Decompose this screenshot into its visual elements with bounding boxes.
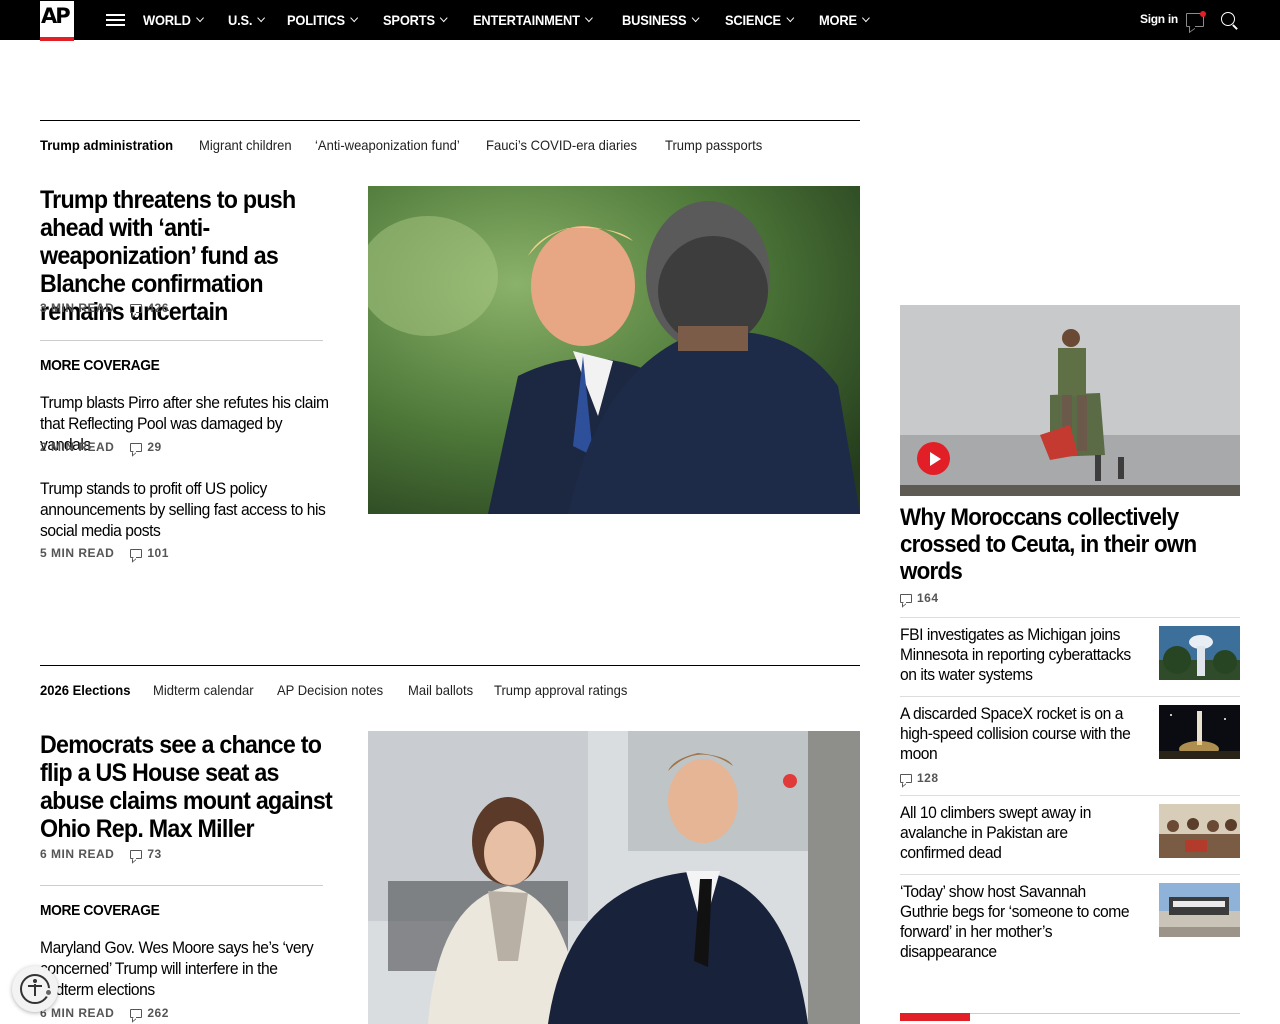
menu-icon[interactable] [106, 14, 125, 27]
article-meta: 6 MIN READ 262 [40, 1005, 169, 1021]
main-nav: WORLD U.S. POLITICS SPORTS ENTERTAINMENT… [143, 0, 893, 40]
nav-item-us[interactable]: U.S. [228, 12, 266, 28]
comment-count: 101 [147, 546, 169, 560]
article-meta: 3 MIN READ 426 [40, 300, 169, 316]
rail-lead-photo[interactable] [900, 305, 1240, 496]
chevron-down-icon [861, 13, 870, 23]
article-meta: 2 MIN READ 29 [40, 439, 162, 455]
chevron-down-icon [786, 13, 794, 23]
comment-count: 426 [147, 301, 169, 315]
rail-divider [900, 617, 1240, 618]
divider [40, 340, 323, 341]
article-meta: 6 MIN READ 73 [40, 846, 162, 862]
section-rule [40, 665, 860, 666]
tag-link[interactable]: Mail ballots [408, 682, 473, 698]
rail-thumbnail[interactable] [1159, 705, 1240, 759]
rail-divider [900, 874, 1240, 875]
play-video-icon[interactable] [917, 442, 950, 475]
read-time: 6 MIN READ [40, 847, 115, 861]
comment-count: 128 [917, 771, 939, 785]
comment-icon [130, 442, 143, 452]
read-time: 3 MIN READ [40, 301, 115, 315]
comment-count: 73 [147, 847, 162, 861]
ap-logo[interactable]: AP [40, 1, 74, 41]
comment-icon [900, 773, 912, 783]
nav-item-world[interactable]: WORLD [143, 12, 204, 28]
accent-bar [900, 1013, 970, 1021]
lead-headline[interactable]: Democrats see a chance to flip a US Hous… [40, 731, 338, 843]
sign-in-link[interactable]: Sign in [1140, 12, 1178, 26]
top-navigation-bar: AP WORLD U.S. POLITICS SPORTS ENTERTAINM… [0, 0, 1280, 41]
topic-tags: 2026 Elections Midterm calendar AP Decis… [40, 680, 653, 700]
article-meta: 128 [900, 770, 939, 786]
rail-headline[interactable]: ‘Today’ show host Savannah Guthrie begs … [900, 882, 1135, 962]
topic-tags: Trump administration Migrant children ‘A… [40, 135, 785, 155]
more-coverage-label: MORE COVERAGE [40, 902, 160, 919]
tag-link[interactable]: AP Decision notes [277, 682, 383, 698]
read-time: 2 MIN READ [40, 440, 115, 454]
tag-link[interactable]: Fauci’s COVID-era diaries [486, 137, 637, 153]
gear-icon [44, 988, 53, 997]
comment-count: 164 [917, 591, 939, 605]
article-meta: 5 MIN READ 101 [40, 545, 169, 561]
logo-text: AP [41, 4, 71, 28]
read-time: 6 MIN READ [40, 1006, 115, 1020]
chevron-down-icon [196, 13, 204, 23]
read-time: 5 MIN READ [40, 546, 115, 560]
chevron-down-icon [691, 13, 700, 23]
related-headline[interactable]: Trump stands to profit off US policy ann… [40, 478, 334, 541]
comment-count: 29 [147, 440, 162, 454]
comment-icon [130, 1008, 143, 1018]
accessibility-button[interactable] [12, 966, 58, 1012]
related-headline[interactable]: Maryland Gov. Wes Moore says he’s ‘very … [40, 937, 334, 1000]
tag-link[interactable]: Trump passports [665, 137, 762, 153]
notification-dot [1200, 11, 1206, 17]
search-icon[interactable] [1221, 12, 1235, 26]
rail-divider [900, 795, 1240, 796]
tag-link[interactable]: ‘Anti-weaponization fund’ [315, 137, 460, 153]
rail-lead-headline[interactable]: Why Moroccans collectively crossed to Ce… [900, 504, 1207, 585]
tag-link[interactable]: Trump approval ratings [494, 682, 627, 698]
nav-item-science[interactable]: SCIENCE [725, 12, 794, 28]
comment-icon [900, 593, 912, 603]
chevron-down-icon [350, 13, 359, 23]
rail-thumbnail[interactable] [1159, 883, 1240, 937]
rail-headline[interactable]: FBI investigates as Michigan joins Minne… [900, 625, 1135, 685]
tag-link[interactable]: Midterm calendar [153, 682, 254, 698]
rail-divider [900, 696, 1240, 697]
tag-link[interactable]: Trump administration [40, 137, 173, 153]
rail-headline[interactable]: A discarded SpaceX rocket is on a high-s… [900, 704, 1135, 764]
section-rule [40, 120, 860, 121]
chevron-down-icon [584, 13, 593, 23]
nav-item-more[interactable]: MORE [819, 12, 870, 28]
rail-headline[interactable]: All 10 climbers swept away in avalanche … [900, 803, 1135, 863]
rail-thumbnail[interactable] [1159, 804, 1240, 858]
comment-icon [130, 303, 143, 313]
tag-link[interactable]: Migrant children [199, 137, 292, 153]
comment-count: 262 [147, 1006, 169, 1020]
lead-photo[interactable] [368, 731, 860, 1024]
chevron-down-icon [440, 13, 449, 23]
lead-photo[interactable] [368, 186, 860, 514]
nav-item-entertainment[interactable]: ENTERTAINMENT [473, 12, 593, 28]
more-coverage-label: MORE COVERAGE [40, 357, 160, 374]
nav-item-politics[interactable]: POLITICS [287, 12, 359, 28]
rail-thumbnail[interactable] [1159, 626, 1240, 680]
comment-icon [130, 548, 143, 558]
nav-item-business[interactable]: BUSINESS [622, 12, 700, 28]
tag-link[interactable]: 2026 Elections [40, 682, 130, 698]
nav-item-sports[interactable]: SPORTS [383, 12, 449, 28]
divider [40, 885, 323, 886]
comment-icon [130, 849, 143, 859]
chevron-down-icon [257, 13, 266, 23]
article-meta: 164 [900, 590, 939, 606]
